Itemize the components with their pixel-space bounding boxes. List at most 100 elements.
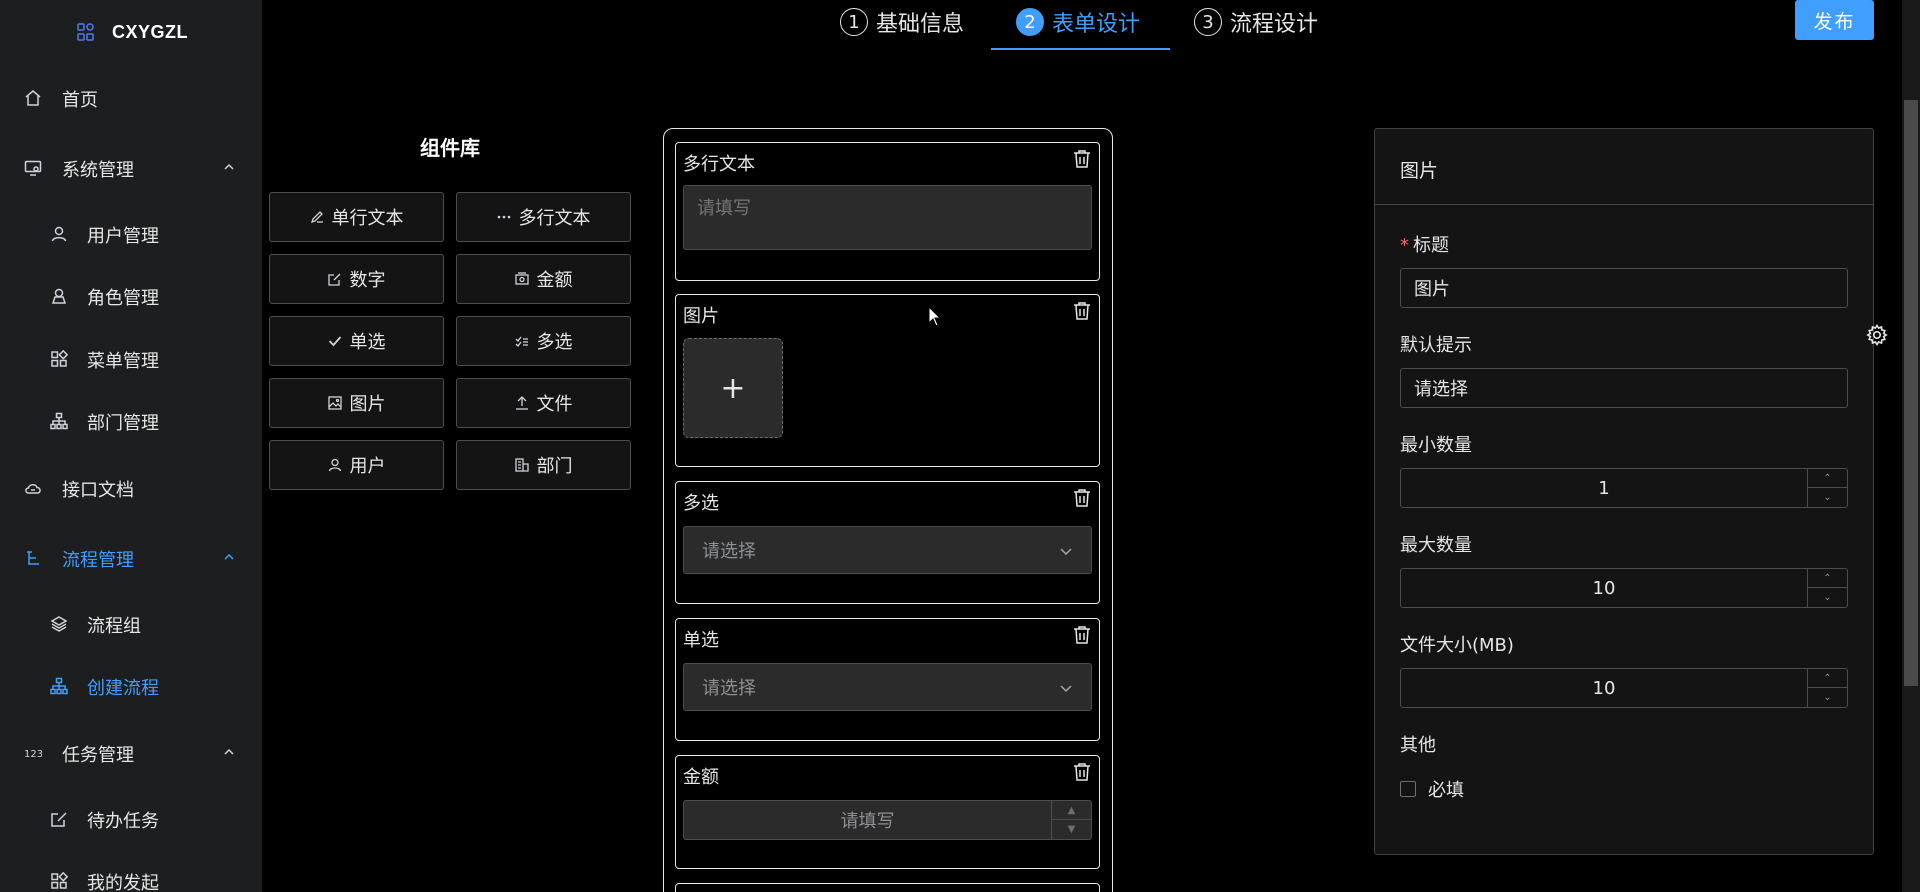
required-checkbox[interactable]: 必填 xyxy=(1400,776,1464,802)
sidebar-item-label: 接口文档 xyxy=(62,480,134,501)
component-department[interactable]: 部门 xyxy=(456,440,631,490)
picture-icon xyxy=(327,396,342,410)
field-title: 单选 xyxy=(683,630,719,651)
user-icon xyxy=(50,225,68,243)
min-count-input[interactable]: 1 ⌃ ⌄ xyxy=(1400,468,1848,508)
scrollbar-thumb[interactable] xyxy=(1904,100,1918,686)
component-picture[interactable]: 图片 xyxy=(269,378,444,428)
sidebar-item-label: 用户管理 xyxy=(87,226,159,247)
number-icon: 123 xyxy=(24,744,42,762)
min-count-value: 1 xyxy=(1598,477,1610,499)
max-count-value: 10 xyxy=(1592,577,1616,599)
decrease-icon[interactable]: ⌄ xyxy=(1808,488,1847,507)
form-field-multi-select[interactable]: 多选 请选择 xyxy=(675,481,1100,604)
component-file[interactable]: 文件 xyxy=(456,378,631,428)
title-input[interactable] xyxy=(1400,268,1848,308)
sidebar-item-departments[interactable]: 部门管理 xyxy=(0,401,262,441)
steps-bar: 1 基础信息 2 表单设计 3 流程设计 xyxy=(262,0,1902,52)
checkbox-box[interactable] xyxy=(1400,781,1416,797)
delete-icon[interactable] xyxy=(1073,149,1091,169)
chevron-up-icon xyxy=(222,550,236,564)
delete-icon[interactable] xyxy=(1073,625,1091,645)
form-field-next[interactable] xyxy=(675,883,1100,892)
sidebar-item-roles[interactable]: 角色管理 xyxy=(0,276,262,316)
org-icon xyxy=(50,412,68,430)
sidebar-item-label: 菜单管理 xyxy=(87,351,159,372)
chevron-down-icon xyxy=(1059,681,1073,695)
component-user[interactable]: 用户 xyxy=(269,440,444,490)
grid-icon xyxy=(50,350,68,368)
step-basic-info[interactable]: 1 基础信息 xyxy=(840,4,964,40)
sidebar-item-system[interactable]: 系统管理 xyxy=(0,148,262,188)
form-field-single-select[interactable]: 单选 请选择 xyxy=(675,618,1100,741)
sidebar-item-label: 部门管理 xyxy=(87,413,159,434)
number-stepper[interactable]: ⌃ ⌄ xyxy=(1807,569,1847,607)
select-preview[interactable]: 请选择 xyxy=(683,526,1092,574)
textarea-preview[interactable] xyxy=(683,185,1092,250)
title-label: * 标题 xyxy=(1400,235,1449,256)
home-icon xyxy=(24,89,42,107)
component-single-choice[interactable]: 单选 xyxy=(269,316,444,366)
form-field-textarea[interactable]: 多行文本 xyxy=(675,142,1100,281)
sidebar-item-flow[interactable]: 流程管理 xyxy=(0,538,262,578)
sidebar-item-menus[interactable]: 菜单管理 xyxy=(0,339,262,379)
component-label: 单选 xyxy=(349,332,386,353)
file-size-input[interactable]: 10 ⌃ ⌄ xyxy=(1400,668,1848,708)
max-count-input[interactable]: 10 ⌃ ⌄ xyxy=(1400,568,1848,608)
sidebar-item-users[interactable]: 用户管理 xyxy=(0,214,262,254)
delete-icon[interactable] xyxy=(1073,488,1091,508)
logo-text: CXYGZL xyxy=(112,21,189,42)
delete-icon[interactable] xyxy=(1073,762,1091,782)
logo[interactable]: CXYGZL xyxy=(76,18,188,46)
increase-icon[interactable]: ⌃ xyxy=(1808,469,1847,488)
increase-icon[interactable]: ⌃ xyxy=(1808,669,1847,688)
sidebar-item-label: 角色管理 xyxy=(87,288,159,309)
step-number: 3 xyxy=(1194,8,1222,36)
sidebar-item-label: 流程组 xyxy=(87,616,141,637)
component-multi-choice[interactable]: 多选 xyxy=(456,316,631,366)
component-amount[interactable]: 金额 xyxy=(456,254,631,304)
component-number[interactable]: 数字 xyxy=(269,254,444,304)
sidebar-item-flow-group[interactable]: 流程组 xyxy=(0,604,262,644)
decrease-icon[interactable]: ⌄ xyxy=(1808,688,1847,707)
file-size-label: 文件大小(MB) xyxy=(1400,635,1514,656)
file-size-value: 10 xyxy=(1592,677,1616,699)
number-stepper[interactable]: ⌃ ⌄ xyxy=(1807,469,1847,507)
step-flow-design[interactable]: 3 流程设计 xyxy=(1194,4,1318,40)
form-field-picture[interactable]: 图片 + xyxy=(675,294,1100,467)
chevron-up-icon xyxy=(222,745,236,759)
component-single-line-text[interactable]: 单行文本 xyxy=(269,192,444,242)
sidebar-item-todo[interactable]: 待办任务 xyxy=(0,799,262,839)
component-multi-line-text[interactable]: 多行文本 xyxy=(456,192,631,242)
number-preview[interactable]: 请填写 ▲ ▼ xyxy=(683,800,1092,840)
sidebar-item-create-flow[interactable]: 创建流程 xyxy=(0,666,262,706)
decrease-icon[interactable]: ▼ xyxy=(1052,820,1091,839)
number-stepper[interactable]: ⌃ ⌄ xyxy=(1807,669,1847,707)
select-preview[interactable]: 请选择 xyxy=(683,663,1092,711)
form-field-amount[interactable]: 金额 请填写 ▲ ▼ xyxy=(675,755,1100,869)
publish-button[interactable]: 发布 xyxy=(1795,0,1874,40)
upload-plus-button[interactable]: + xyxy=(683,338,783,438)
monitor-icon xyxy=(24,159,42,177)
gear-icon[interactable] xyxy=(1866,324,1888,346)
hint-input[interactable] xyxy=(1400,368,1848,408)
max-count-label: 最大数量 xyxy=(1400,535,1472,556)
sidebar-item-home[interactable]: 首页 xyxy=(0,78,262,118)
increase-icon[interactable]: ⌃ xyxy=(1808,569,1847,588)
sidebar-item-tasks[interactable]: 123 任务管理 xyxy=(0,733,262,773)
increase-icon[interactable]: ▲ xyxy=(1052,801,1091,820)
more-icon xyxy=(497,210,511,224)
sidebar-item-api-docs[interactable]: 接口文档 xyxy=(0,468,262,508)
component-label: 多行文本 xyxy=(518,208,591,229)
field-title: 金额 xyxy=(683,767,719,788)
delete-icon[interactable] xyxy=(1073,301,1091,321)
step-form-design[interactable]: 2 表单设计 xyxy=(1016,4,1140,40)
step-number: 1 xyxy=(840,8,868,36)
component-label: 图片 xyxy=(349,394,386,415)
role-icon xyxy=(50,287,68,305)
decrease-icon[interactable]: ⌄ xyxy=(1808,588,1847,607)
upload-icon xyxy=(515,396,529,410)
number-stepper[interactable]: ▲ ▼ xyxy=(1051,801,1091,839)
sidebar-item-my-started[interactable]: 我的发起 xyxy=(0,861,262,892)
sidebar-item-label: 创建流程 xyxy=(87,678,159,699)
